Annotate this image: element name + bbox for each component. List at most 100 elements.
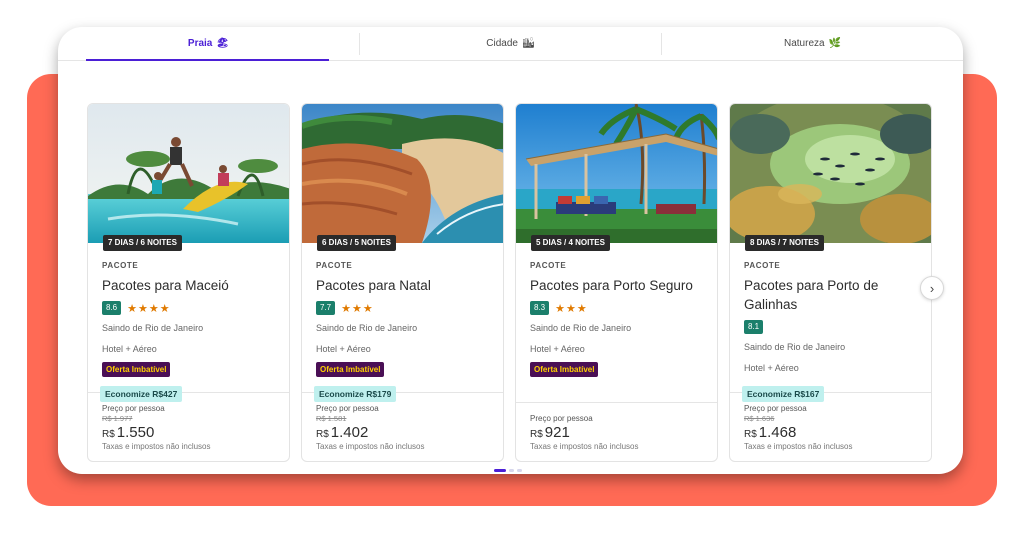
price-block: Preço por pessoa R$ 1.581 R$ 1.402 Taxas … — [316, 404, 425, 451]
card-body: PACOTE Pacotes para Natal 7.7 ★★★ Saindo… — [316, 261, 493, 377]
chevron-right-icon: › — [929, 280, 935, 296]
card-title[interactable]: Pacotes para Porto Seguro — [530, 276, 707, 295]
savings-badge: Economize R$179 — [314, 386, 397, 402]
price-block: Preço por pessoa R$ 921 Taxas e impostos … — [530, 414, 639, 451]
currency: R$ — [102, 429, 115, 440]
rating-row: 8.3 ★★★ — [530, 301, 707, 315]
card-kicker: PACOTE — [102, 261, 139, 270]
packages-panel: Praia 🏖 Cidade 🏙 Natureza 🌿 7 DIAS / 6 N… — [58, 27, 963, 474]
rating-row: 8.6 ★★★★ — [102, 301, 279, 315]
includes-text: Hotel + Aéreo — [102, 344, 157, 354]
category-tabs: Praia 🏖 Cidade 🏙 Natureza 🌿 — [58, 27, 963, 61]
includes-text: Hotel + Aéreo — [316, 344, 371, 354]
star-rating-icon: ★★★ — [341, 302, 374, 315]
card-title[interactable]: Pacotes para Natal — [316, 276, 493, 295]
savings-badge: Economize R$427 — [100, 386, 183, 402]
score-badge: 8.3 — [530, 301, 550, 315]
origin-text: Saindo de Rio de Janeiro — [530, 323, 632, 333]
city-icon: 🏙 — [522, 38, 535, 49]
duration-badge: 6 DIAS / 5 NOITES — [317, 235, 396, 251]
current-price: R$ 921 — [530, 424, 639, 441]
savings-badge: Economize R$167 — [742, 386, 825, 402]
currency: R$ — [530, 429, 543, 440]
old-price: R$ 1.581 — [316, 414, 347, 423]
destination-photo — [730, 104, 931, 243]
carousel-pagination — [494, 469, 522, 472]
price-block: Preço por pessoa R$ 1.977 R$ 1.550 Taxas … — [102, 404, 211, 451]
star-rating-icon: ★★★★ — [127, 302, 171, 315]
old-price: R$ 1.636 — [744, 414, 775, 423]
package-card-porto-seguro[interactable]: 5 DIAS / 4 NOITES PACOTE Pacotes para Po… — [515, 103, 718, 462]
destination-photo — [88, 104, 289, 243]
pagination-dot[interactable] — [517, 469, 522, 472]
price-value: 1.402 — [330, 424, 369, 441]
per-person-label: Preço por pessoa — [744, 404, 807, 413]
offer-badge: Oferta Imbatível — [102, 362, 171, 377]
price-block: Preço por pessoa R$ 1.636 R$ 1.468 Taxas … — [744, 404, 853, 451]
per-person-label: Preço por pessoa — [102, 404, 165, 413]
card-title[interactable]: Pacotes para Porto de Galinhas — [744, 276, 921, 314]
price-value: 1.550 — [116, 424, 155, 441]
score-badge: 7.7 — [316, 301, 336, 315]
savings-label: Economize — [747, 389, 792, 399]
duration-badge: 7 DIAS / 6 NOITES — [103, 235, 182, 251]
origin-text: Saindo de Rio de Janeiro — [744, 342, 846, 352]
beach-icon: 🏖 — [216, 38, 230, 49]
nature-icon: 🌿 — [828, 38, 842, 49]
star-rating-icon: ★★★ — [555, 302, 588, 315]
card-kicker: PACOTE — [316, 261, 353, 270]
price-divider — [516, 402, 717, 403]
package-card-natal[interactable]: 6 DIAS / 5 NOITES PACOTE Pacotes para Na… — [301, 103, 504, 462]
score-badge: 8.6 — [102, 301, 122, 315]
duration-badge: 8 DIAS / 7 NOITES — [745, 235, 824, 251]
price-value: 1.468 — [758, 424, 797, 441]
includes-text: Hotel + Aéreo — [530, 344, 585, 354]
savings-label: Economize — [319, 389, 364, 399]
card-title[interactable]: Pacotes para Maceió — [102, 276, 279, 295]
savings-value: R$427 — [152, 389, 178, 399]
rating-row: 8.1 — [744, 320, 921, 334]
per-person-label: Preço por pessoa — [530, 414, 593, 423]
score-badge: 8.1 — [744, 320, 764, 334]
card-body: PACOTE Pacotes para Porto Seguro 8.3 ★★★… — [530, 261, 707, 377]
price-value: 921 — [544, 424, 570, 441]
package-card-porto-de-galinhas[interactable]: 8 DIAS / 7 NOITES PACOTE Pacotes para Po… — [729, 103, 932, 462]
offer-badge: Oferta Imbatível — [530, 362, 599, 377]
tab-label: Praia — [187, 38, 213, 49]
tax-note: Taxas e impostos não inclusos — [316, 442, 425, 451]
per-person-label: Preço por pessoa — [316, 404, 379, 413]
package-card-maceio[interactable]: 7 DIAS / 6 NOITES PACOTE Pacotes para Ma… — [87, 103, 290, 462]
tax-note: Taxas e impostos não inclusos — [102, 442, 211, 451]
card-body: PACOTE Pacotes para Maceió 8.6 ★★★★ Sain… — [102, 261, 279, 377]
savings-value: R$179 — [366, 389, 392, 399]
tab-cidade[interactable]: Cidade 🏙 — [360, 27, 661, 60]
pagination-dot-active[interactable] — [494, 469, 506, 472]
savings-value: R$167 — [794, 389, 820, 399]
includes-text: Hotel + Aéreo — [744, 363, 799, 373]
tab-praia[interactable]: Praia 🏖 — [58, 27, 359, 61]
rating-row: 7.7 ★★★ — [316, 301, 493, 315]
old-price: R$ 1.977 — [102, 414, 133, 423]
origin-text: Saindo de Rio de Janeiro — [102, 323, 204, 333]
tax-note: Taxas e impostos não inclusos — [744, 442, 853, 451]
offer-badge: Oferta Imbatível — [316, 362, 385, 377]
card-kicker: PACOTE — [530, 261, 567, 270]
destination-photo — [516, 104, 717, 243]
tab-label: Natureza — [783, 38, 825, 49]
tax-note: Taxas e impostos não inclusos — [530, 442, 639, 451]
duration-badge: 5 DIAS / 4 NOITES — [531, 235, 610, 251]
carousel-next-button[interactable]: › — [920, 276, 944, 300]
card-body: PACOTE Pacotes para Porto de Galinhas 8.… — [744, 261, 921, 373]
currency: R$ — [744, 429, 757, 440]
destination-photo — [302, 104, 503, 243]
pagination-dot[interactable] — [509, 469, 514, 472]
current-price: R$ 1.550 — [102, 424, 211, 441]
current-price: R$ 1.468 — [744, 424, 853, 441]
tab-label: Cidade — [486, 38, 518, 49]
savings-label: Economize — [105, 389, 150, 399]
current-price: R$ 1.402 — [316, 424, 425, 441]
currency: R$ — [316, 429, 329, 440]
tab-natureza[interactable]: Natureza 🌿 — [662, 27, 963, 60]
card-kicker: PACOTE — [744, 261, 781, 270]
origin-text: Saindo de Rio de Janeiro — [316, 323, 418, 333]
